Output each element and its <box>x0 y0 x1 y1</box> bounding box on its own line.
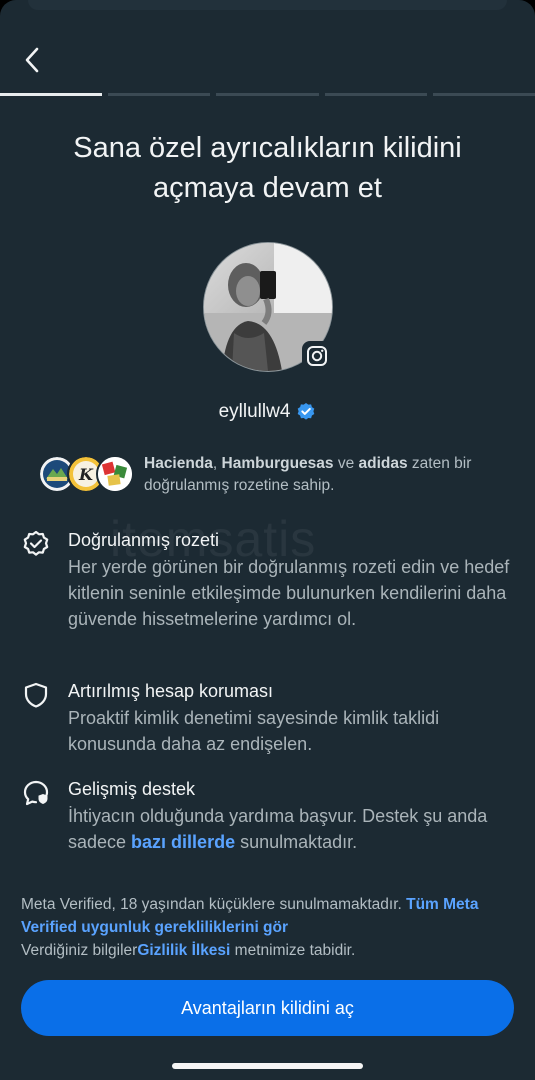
brand-name-3: adidas <box>358 455 408 472</box>
privacy-disclaimer: Verdiğiniz bilgilerGizlilik İlkesi metni… <box>21 939 515 962</box>
verified-brands-row: K Hacienda, Hamburguesas ve adidas zaten… <box>38 452 495 497</box>
feature-account-protection: Artırılmış hesap koruması Proaktif kimli… <box>22 679 517 757</box>
page-title: Sana özel ayrıcalıkların kilidini açmaya… <box>30 128 505 208</box>
verified-badge-icon <box>298 403 315 420</box>
privacy-policy-link[interactable]: Gizlilik İlkesi <box>137 942 230 959</box>
feature-description: İhtiyacın olduğunda yardıma başvur. Dest… <box>68 803 517 855</box>
svg-text:K: K <box>78 465 94 484</box>
sheet-handle-area <box>28 0 507 10</box>
bottom-sheet: Sana özel ayrıcalıkların kilidini açmaya… <box>0 0 535 1080</box>
age-disclaimer: Meta Verified, 18 yaşından küçüklere sun… <box>21 893 515 939</box>
feature-title: Artırılmış hesap koruması <box>68 681 274 701</box>
support-chat-icon <box>23 780 49 806</box>
shield-icon <box>24 682 48 708</box>
home-indicator <box>172 1063 363 1069</box>
back-button[interactable] <box>16 42 48 78</box>
privacy-disclaimer-text: Verdiğiniz bilgiler <box>21 942 138 959</box>
verified-badge-outline-icon <box>23 530 49 556</box>
instagram-icon <box>302 341 332 371</box>
step-progress-bar <box>0 93 535 97</box>
footer-disclaimer: Meta Verified, 18 yaşından küçüklere sun… <box>21 893 515 962</box>
progress-segment <box>0 93 103 96</box>
feature-verified-badge: Doğrulanmış rozeti Her yerde görünen bir… <box>22 528 517 632</box>
progress-segment <box>432 93 535 96</box>
feature-enhanced-support: Gelişmiş destek İhtiyacın olduğunda yard… <box>22 777 517 855</box>
brand-name-1: Hacienda <box>144 455 213 472</box>
username-row: eyllullw4 <box>0 401 535 423</box>
brands-verified-text: Hacienda, Hamburguesas ve adidas zaten b… <box>144 452 495 497</box>
feature-description: Her yerde görünen bir doğrulanmış rozeti… <box>68 557 510 629</box>
brand-logos: K <box>38 452 134 493</box>
progress-segment <box>216 93 319 96</box>
feature-description-suffix: sunulmaktadır. <box>235 832 358 852</box>
page-title-line-1: Sana özel ayrıcalıkların kilidini <box>73 132 462 164</box>
progress-segment <box>324 93 427 96</box>
feature-title: Doğrulanmış rozeti <box>68 530 220 550</box>
brand-separator: , <box>212 455 222 472</box>
age-disclaimer-text: Meta Verified, 18 yaşından küçüklere sun… <box>21 896 407 913</box>
profile-avatar-group <box>203 242 333 372</box>
languages-link[interactable]: bazı dillerde <box>131 832 235 852</box>
page-title-line-2: açmaya devam et <box>153 172 382 204</box>
brand-connector: ve <box>333 455 359 472</box>
feature-title: Gelişmiş destek <box>68 779 196 799</box>
brand-name-2: Hamburguesas <box>221 455 334 472</box>
feature-description: Proaktif kimlik denetimi sayesinde kimli… <box>68 708 440 754</box>
unlock-benefits-button[interactable]: Avantajların kilidini aç <box>21 980 514 1036</box>
privacy-disclaimer-suffix: metnimize tabidir. <box>230 942 356 959</box>
adidas-logo <box>96 455 134 493</box>
chevron-left-icon <box>25 47 39 73</box>
username: eyllullw4 <box>218 401 291 422</box>
progress-segment <box>108 93 211 96</box>
